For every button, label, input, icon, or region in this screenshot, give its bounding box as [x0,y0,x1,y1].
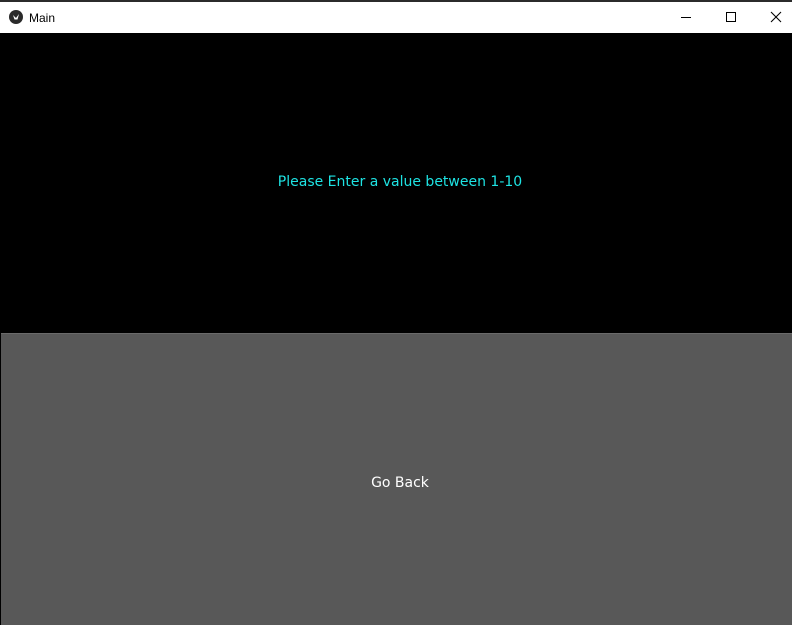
kivy-logo-icon [9,10,23,24]
minimize-button[interactable] [663,2,709,33]
go-back-label: Go Back [371,475,429,491]
prompt-label: Please Enter a value between 1-10 [277,174,523,190]
close-button[interactable] [753,2,792,33]
go-back-button[interactable]: Go Back [1,333,792,625]
maximize-icon [725,8,737,27]
minimize-icon [680,8,692,27]
window-title: Main [29,11,56,25]
title-bar[interactable]: Main [0,0,792,33]
maximize-button[interactable] [708,2,754,33]
close-icon [770,8,782,27]
app-window: Main Please Enter a value between 1-10 G… [0,0,792,625]
main-content: Please Enter a value between 1-10 Go Bac… [0,33,792,625]
